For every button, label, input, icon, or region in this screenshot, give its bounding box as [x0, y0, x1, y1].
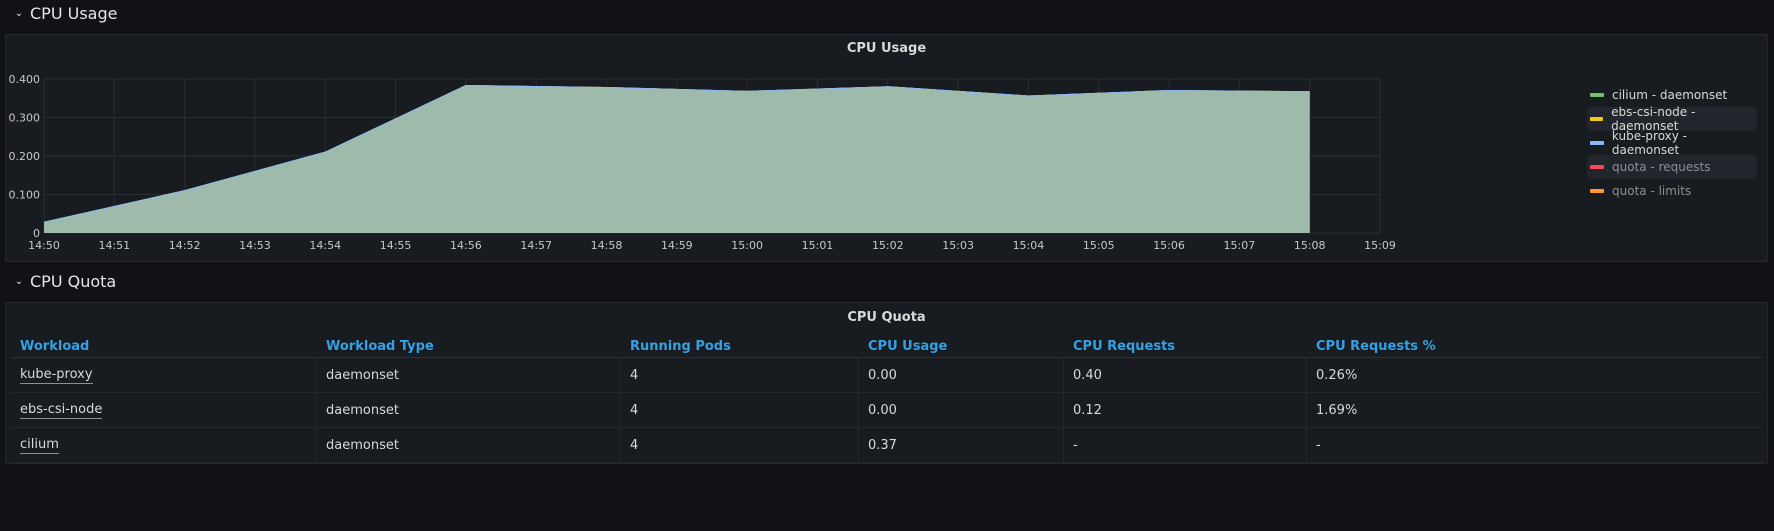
row-header-cpu-usage[interactable]: ⌄ CPU Usage — [14, 4, 118, 23]
column-header-running-pods[interactable]: Running Pods — [621, 336, 859, 357]
x-tick-label: 14:51 — [98, 239, 130, 252]
column-header-workload[interactable]: Workload — [11, 336, 317, 357]
x-tick-label: 15:09 — [1364, 239, 1396, 252]
workload-cell: ebs-csi-node — [11, 393, 317, 427]
column-header-cpu-requests[interactable]: CPU Requests — [1064, 336, 1307, 357]
legend-label: cilium - daemonset — [1612, 88, 1728, 102]
workload-cell: kube-proxy — [11, 358, 317, 392]
running-pods-cell: 4 — [621, 428, 859, 462]
cpu-usage-panel: CPU Usage 0 0.100 0.200 0.300 0.400 14:50 14:5… — [5, 34, 1768, 262]
legend-item[interactable]: kube-proxy - daemonset — [1587, 129, 1757, 157]
x-tick-label: 15:06 — [1153, 239, 1185, 252]
workload-link[interactable]: cilium — [20, 437, 59, 454]
legend-swatch — [1590, 117, 1604, 121]
cpu-usage-chart[interactable]: 00.1000.2000.3000.40014:50 14:51 14:52 14:5… — [6, 35, 1581, 263]
row-title: CPU Quota — [30, 272, 117, 291]
cpu-requests-cell: 0.12 — [1064, 393, 1307, 427]
y-tick-label: 0.100 — [9, 189, 41, 202]
x-tick-label: 14:57 — [520, 239, 552, 252]
cpu-requests-pct-cell: - — [1316, 437, 1321, 453]
x-tick-label: 14:59 — [661, 239, 693, 252]
workload-link[interactable]: kube-proxy — [20, 367, 93, 384]
series-area — [44, 85, 1310, 233]
quota-table: Workload Workload Type Running Pods CPU … — [11, 336, 1763, 463]
table-row: cilium daemonset 4 0.37 - - — [11, 428, 1763, 463]
chart-legend: cilium - daemonset ebs-csi-node - daemons… — [1587, 83, 1757, 203]
legend-label: quota - requests — [1612, 160, 1711, 174]
workload-cell: cilium — [11, 428, 317, 462]
x-tick-label: 14:54 — [309, 239, 341, 252]
cpu-usage-cell: 0.00 — [859, 393, 1064, 427]
y-tick-label: 0.300 — [9, 112, 41, 125]
running-pods-cell: 4 — [621, 393, 859, 427]
row-header-cpu-quota[interactable]: ⌄ CPU Quota — [14, 272, 116, 291]
x-tick-label: 15:02 — [872, 239, 904, 252]
cpu-requests-pct-cell: 0.26% — [1316, 367, 1358, 383]
running-pods-cell: 4 — [621, 358, 859, 392]
legend-label: kube-proxy - daemonset — [1611, 129, 1688, 157]
x-tick-label: 14:56 — [450, 239, 482, 252]
cpu-usage-cell: 0.37 — [859, 428, 1064, 462]
x-tick-label: 14:55 — [380, 239, 412, 252]
cpu-requests-cell: - — [1064, 428, 1307, 462]
legend-item[interactable]: cilium - daemonset — [1587, 83, 1757, 107]
x-tick-label: 15:07 — [1224, 239, 1256, 252]
x-tick-label: 14:52 — [169, 239, 201, 252]
legend-swatch — [1590, 189, 1604, 193]
workload-type-cell: daemonset — [317, 358, 621, 392]
cpu-quota-panel: CPU Quota Workload Workload Type Running… — [5, 302, 1768, 464]
legend-swatch — [1590, 141, 1604, 145]
chevron-down-icon: ⌄ — [14, 276, 24, 287]
workload-type-cell: daemonset — [317, 428, 621, 462]
column-header-workload-type[interactable]: Workload Type — [317, 336, 621, 357]
x-tick-label: 15:05 — [1083, 239, 1115, 252]
x-tick-label: 15:00 — [731, 239, 763, 252]
y-tick-label: 0.400 — [9, 73, 41, 86]
legend-item[interactable]: quota - limits — [1587, 179, 1757, 203]
cpu-usage-cell: 0.00 — [859, 358, 1064, 392]
x-tick-label: 14:58 — [591, 239, 623, 252]
x-tick-label: 15:08 — [1294, 239, 1326, 252]
column-header-cpu-requests-pct[interactable]: CPU Requests % — [1307, 336, 1763, 357]
workload-type-cell: daemonset — [317, 393, 621, 427]
chevron-down-icon: ⌄ — [14, 8, 24, 19]
legend-item[interactable]: quota - requests — [1587, 155, 1757, 179]
x-tick-label: 14:50 — [28, 239, 60, 252]
column-header-cpu-usage[interactable]: CPU Usage — [859, 336, 1064, 357]
y-tick-label: 0.200 — [9, 150, 41, 163]
x-tick-label: 14:53 — [239, 239, 271, 252]
legend-label: quota - limits — [1612, 184, 1692, 198]
legend-swatch — [1590, 93, 1604, 97]
table-row: kube-proxy daemonset 4 0.00 0.40 0.26% — [11, 358, 1763, 393]
x-tick-label: 15:03 — [942, 239, 974, 252]
panel-title: CPU Quota — [847, 310, 926, 325]
row-title: CPU Usage — [30, 4, 118, 23]
table-header: Workload Workload Type Running Pods CPU … — [11, 336, 1763, 358]
cpu-requests-cell: 0.40 — [1064, 358, 1307, 392]
legend-item[interactable]: ebs-csi-node - daemonset — [1587, 105, 1757, 133]
x-tick-label: 15:04 — [1013, 239, 1045, 252]
table-row: ebs-csi-node daemonset 4 0.00 0.12 1.69% — [11, 393, 1763, 428]
legend-swatch — [1590, 165, 1604, 169]
x-tick-label: 15:01 — [802, 239, 834, 252]
cpu-requests-pct-cell: 1.69% — [1316, 402, 1358, 418]
workload-link[interactable]: ebs-csi-node — [20, 402, 103, 419]
